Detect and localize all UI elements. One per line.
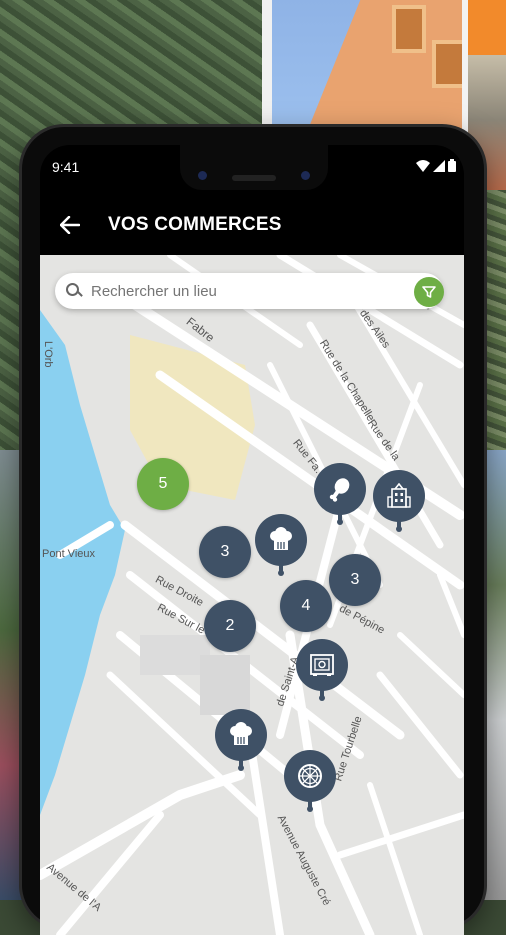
map-pin-restaurant[interactable] — [215, 709, 267, 771]
map-view[interactable]: L'Orb Pont Vieux Fabre Rue de la Chapell… — [40, 255, 464, 935]
status-icons — [416, 159, 456, 172]
map-base-layer — [40, 255, 464, 935]
map-pin-safe[interactable] — [296, 639, 348, 701]
phone-notch — [180, 145, 328, 190]
wifi-icon — [416, 159, 430, 172]
safe-icon — [310, 654, 334, 676]
background-building-photo — [272, 0, 462, 130]
search-input[interactable] — [89, 281, 403, 301]
phone-screen: 9:41 VOS COMMERCES L'Orb Pont Vieux Fabr… — [40, 145, 464, 935]
arrow-left-icon — [60, 216, 80, 234]
back-button[interactable] — [50, 205, 90, 245]
river-label: L'Orb — [42, 341, 54, 368]
map-pin-pizza[interactable] — [284, 750, 336, 812]
search-bar — [55, 273, 444, 309]
map-cluster-marker[interactable]: 3 — [329, 554, 381, 606]
battery-icon — [448, 159, 456, 172]
map-cluster-marker[interactable]: 4 — [280, 580, 332, 632]
signal-icon — [433, 159, 445, 172]
map-pin-restaurant[interactable] — [255, 514, 307, 576]
drumstick-icon — [329, 478, 350, 502]
chef-hat-icon — [270, 527, 292, 550]
filter-icon — [422, 286, 436, 298]
map-cluster-marker[interactable]: 3 — [199, 526, 251, 578]
page-title: VOS COMMERCES — [108, 214, 282, 235]
pizza-icon — [298, 764, 322, 788]
chef-hat-icon — [230, 722, 252, 745]
app-header: VOS COMMERCES — [40, 195, 464, 255]
building-icon — [387, 483, 411, 508]
map-pin-food[interactable] — [314, 463, 366, 525]
pont-vieux-label: Pont Vieux — [42, 548, 96, 560]
map-pin-building[interactable] — [373, 470, 425, 532]
status-time: 9:41 — [52, 159, 80, 175]
filter-button[interactable] — [414, 277, 444, 307]
phone-frame: 9:41 VOS COMMERCES L'Orb Pont Vieux Fabr… — [22, 127, 484, 935]
search-icon — [65, 282, 83, 300]
map-cluster-marker[interactable]: 5 — [137, 458, 189, 510]
collage-divider — [262, 0, 272, 130]
map-cluster-marker[interactable]: 2 — [204, 600, 256, 652]
